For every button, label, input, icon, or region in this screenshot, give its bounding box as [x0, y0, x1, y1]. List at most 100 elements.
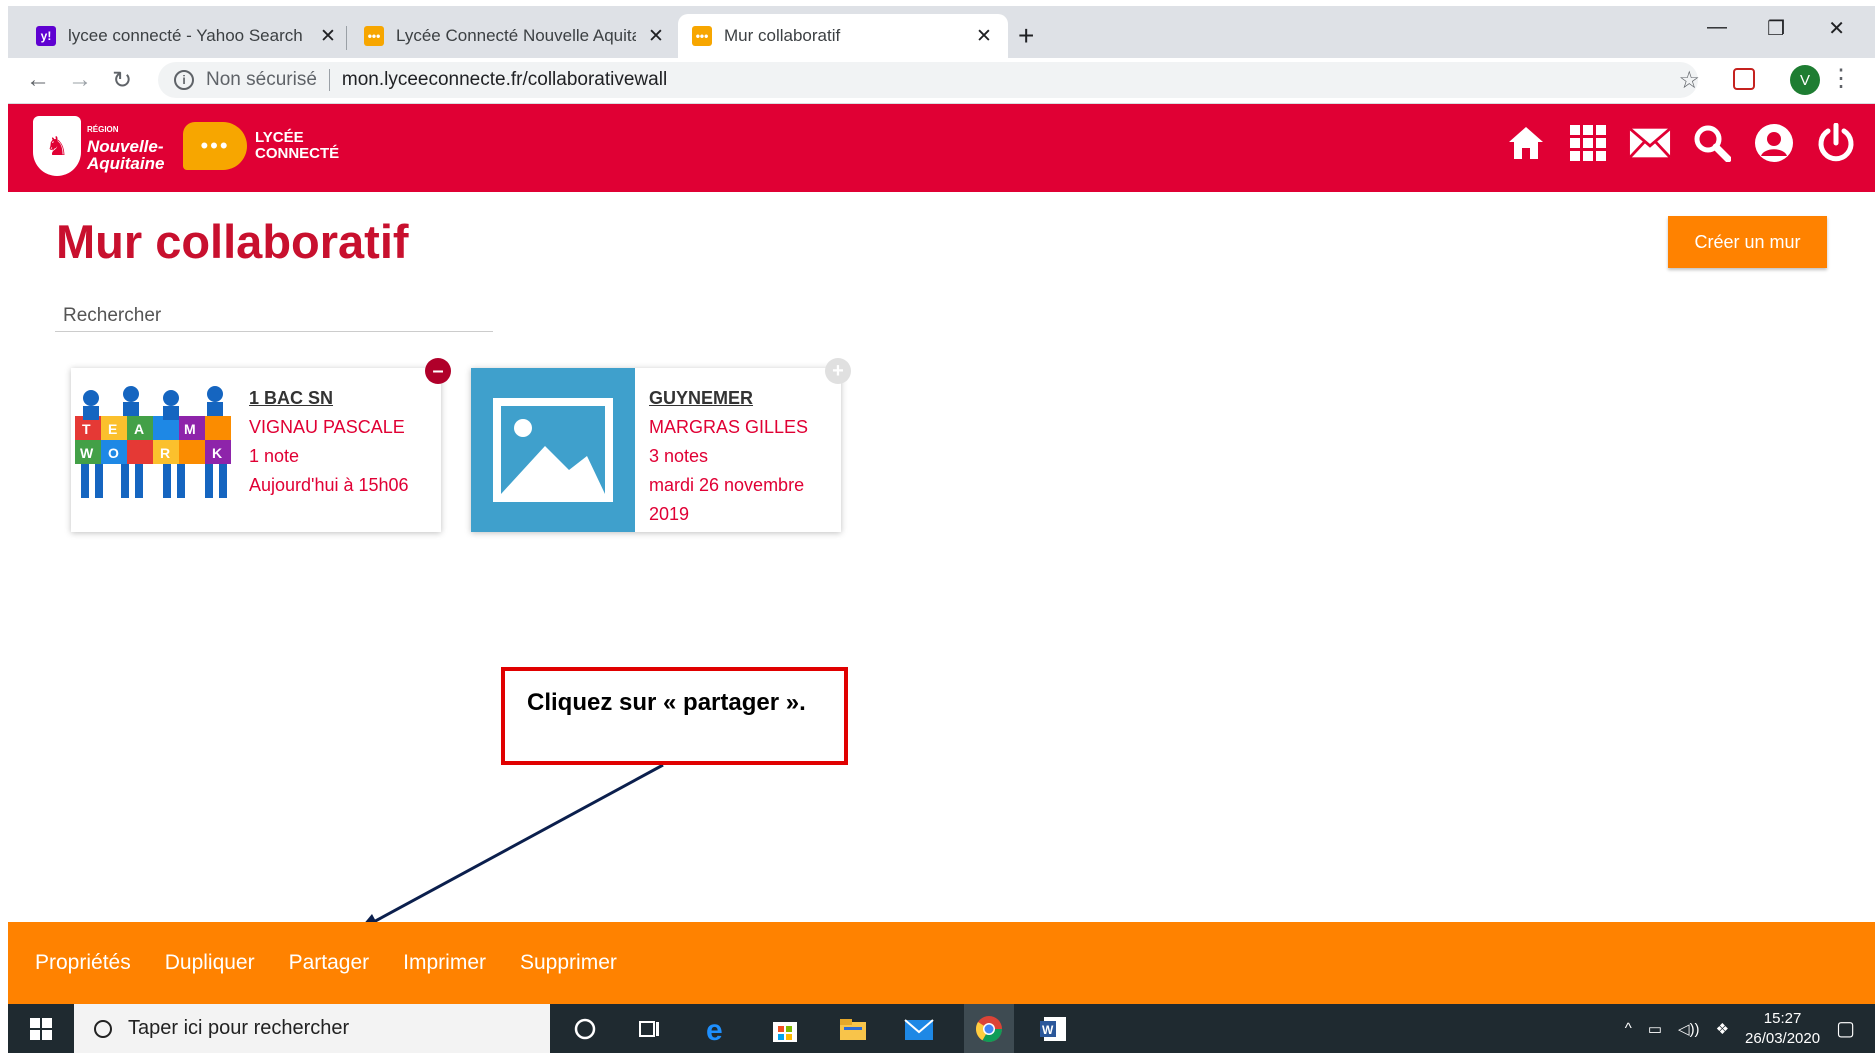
tab-lycee-connecte[interactable]: ••• Lycée Connecté Nouvelle Aquitai ✕ [350, 14, 678, 58]
teamwork-thumbnail: T E A M WO R K [71, 368, 235, 532]
address-bar[interactable]: i Non sécurisé mon.lyceeconnecte.fr/coll… [158, 62, 1698, 98]
action-properties[interactable]: Propriétés [35, 951, 131, 975]
task-view-icon[interactable] [632, 1012, 666, 1046]
svg-text:W: W [80, 445, 94, 461]
wall-author: VIGNAU PASCALE [249, 417, 405, 437]
show-hidden-icons-icon[interactable]: ^ [1625, 1020, 1632, 1037]
action-delete[interactable]: Supprimer [520, 951, 617, 975]
dropbox-icon[interactable]: ❖ [1716, 1020, 1729, 1038]
wall-notes-count: 3 notes [649, 446, 709, 466]
svg-text:K: K [212, 445, 222, 461]
mail-icon[interactable] [1629, 122, 1671, 164]
wall-card[interactable]: T E A M WO R K 1 BAC SN VIGNAU PASCALE 1 note… [71, 358, 451, 532]
svg-text:M: M [184, 421, 196, 437]
word-icon[interactable]: W [1036, 1012, 1070, 1046]
svg-text:E: E [108, 421, 117, 437]
notifications-icon[interactable]: ▢ [1836, 1016, 1855, 1041]
wall-card[interactable]: GUYNEMER MARGRAS GILLES 3 notes mardi 26… [471, 358, 851, 532]
wall-notes-count: 1 note [249, 446, 300, 466]
forward-icon[interactable]: → [68, 66, 92, 94]
region-name: RÉGION Nouvelle- Aquitaine [87, 124, 165, 173]
search-icon[interactable] [1691, 122, 1733, 164]
wall-info: 1 BAC SN VIGNAU PASCALE 1 note Aujourd'h… [249, 384, 409, 500]
info-icon[interactable]: i [174, 70, 194, 90]
tab-yahoo[interactable]: y! lycee connecté - Yahoo Search - ✕ [22, 14, 350, 58]
nouvelle-aquitaine-logo[interactable]: ♞ RÉGION Nouvelle- Aquitaine [33, 116, 164, 176]
action-share[interactable]: Partager [289, 951, 370, 975]
annotation-box: Cliquez sur « partager ». [501, 667, 848, 765]
svg-text:T: T [82, 421, 91, 437]
store-icon[interactable] [768, 1012, 802, 1046]
mail-app-icon[interactable] [902, 1012, 936, 1046]
annotation-text: Cliquez sur « partager ». [527, 689, 806, 716]
select-badge-icon[interactable]: + [825, 358, 851, 384]
edge-browser-icon[interactable]: e [702, 1012, 736, 1046]
apps-grid-icon[interactable] [1567, 122, 1609, 164]
bookmark-star-icon[interactable]: ☆ [1678, 66, 1700, 95]
taskbar-search-box[interactable]: Taper ici pour rechercher [74, 1004, 550, 1053]
restore-window-icon[interactable]: ❐ [1767, 16, 1785, 41]
tab-title: lycee connecté - Yahoo Search - [68, 26, 308, 45]
wall-actions-bar: Propriétés Dupliquer Partager Imprimer S… [8, 922, 1875, 1004]
page-title: Mur collaboratif [56, 215, 409, 268]
cortana-icon[interactable] [568, 1012, 602, 1046]
divider [328, 69, 330, 91]
lycee-connecte-favicon-icon: ••• [692, 26, 712, 46]
battery-icon[interactable]: ▭ [1648, 1020, 1662, 1038]
close-window-icon[interactable]: ✕ [1828, 16, 1845, 41]
minimize-window-icon[interactable]: — [1707, 16, 1727, 39]
svg-text:W: W [1042, 1023, 1054, 1037]
browser-tab-strip: y! lycee connecté - Yahoo Search - ✕ •••… [8, 6, 1875, 58]
system-tray: ^ ▭ ◁)) ❖ 15:27 26/03/2020 ▢ [1625, 1004, 1855, 1053]
yahoo-favicon-icon: y! [36, 26, 56, 46]
clock[interactable]: 15:27 26/03/2020 [1745, 1009, 1820, 1049]
lycee-connecte-favicon-icon: ••• [364, 26, 384, 46]
tab-separator [346, 26, 347, 50]
header-icons [1505, 122, 1857, 164]
lycee-connecte-logo[interactable]: ••• LYCÉE CONNECTÉ [183, 122, 339, 170]
back-icon[interactable]: ← [26, 66, 50, 94]
user-icon[interactable] [1753, 122, 1795, 164]
security-label: Non sécurisé [206, 69, 317, 90]
reload-icon[interactable]: ↻ [112, 66, 132, 95]
search-input[interactable] [55, 300, 493, 332]
tab-mur-collaboratif[interactable]: ••• Mur collaboratif ✕ [678, 14, 1008, 58]
wall-date: Aujourd'hui à 15h06 [249, 475, 409, 495]
tab-close-icon[interactable]: ✕ [648, 25, 664, 48]
url-text[interactable]: mon.lyceeconnecte.fr/collaborativewall [342, 69, 667, 91]
region-shield-icon: ♞ [33, 116, 81, 176]
search-icon [94, 1019, 112, 1038]
deselect-badge-icon[interactable]: – [425, 358, 451, 384]
windows-taskbar: Taper ici pour rechercher e W ^ ▭ ◁)) ❖ … [8, 1004, 1875, 1053]
extension-icon[interactable] [1733, 68, 1755, 90]
tab-title: Mur collaboratif [724, 26, 841, 45]
chat-bubble-icon: ••• [183, 122, 247, 170]
home-icon[interactable] [1505, 122, 1547, 164]
new-tab-button[interactable]: + [1018, 20, 1034, 52]
brand-name: LYCÉE CONNECTÉ [255, 129, 340, 162]
svg-text:R: R [160, 445, 170, 461]
tab-close-icon[interactable]: ✕ [976, 25, 992, 48]
action-print[interactable]: Imprimer [403, 951, 486, 975]
file-explorer-icon[interactable] [836, 1012, 870, 1046]
clock-date: 26/03/2020 [1745, 1029, 1821, 1047]
taskbar-search-placeholder: Taper ici pour rechercher [128, 1017, 350, 1039]
volume-icon[interactable]: ◁)) [1678, 1020, 1700, 1038]
screen: y! lycee connecté - Yahoo Search - ✕ •••… [0, 0, 1875, 1053]
profile-avatar[interactable]: V [1790, 65, 1820, 95]
wall-author: MARGRAS GILLES [649, 417, 809, 437]
clock-time: 15:27 [1763, 1009, 1802, 1027]
browser-menu-icon[interactable]: ⋮ [1829, 64, 1853, 93]
wall-name[interactable]: GUYNEMER [649, 384, 829, 413]
power-icon[interactable] [1815, 122, 1857, 164]
wall-name[interactable]: 1 BAC SN [249, 384, 409, 413]
svg-text:e: e [706, 1014, 723, 1044]
chrome-icon[interactable] [964, 1004, 1014, 1053]
action-duplicate[interactable]: Dupliquer [165, 951, 255, 975]
create-wall-button[interactable]: Créer un mur [1668, 216, 1827, 268]
windows-start-icon[interactable] [30, 1018, 52, 1040]
placeholder-image-icon [471, 368, 635, 532]
wall-date: mardi 26 novembre 2019 [649, 475, 805, 524]
svg-text:O: O [108, 445, 119, 461]
tab-close-icon[interactable]: ✕ [320, 25, 336, 48]
